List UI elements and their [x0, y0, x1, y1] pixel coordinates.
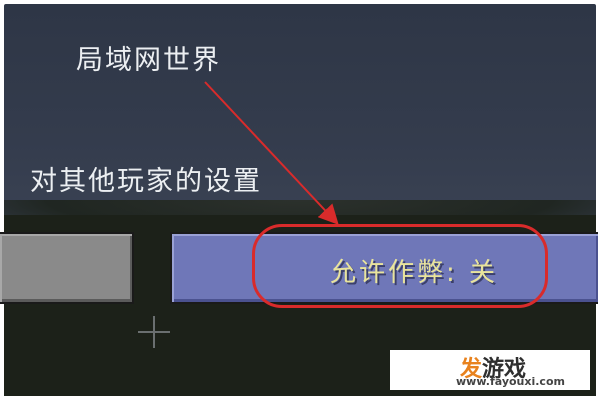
watermark-url: www.fayouxi.com — [456, 375, 565, 388]
watermark: 发游戏 www.fayouxi.com — [390, 350, 590, 390]
left-option-button[interactable] — [0, 232, 134, 304]
game-screen: 局域网世界 对其他玩家的设置 允许作弊: 关 发游戏 www.fayouxi.c… — [0, 0, 600, 400]
section-label: 对其他玩家的设置 — [30, 166, 262, 197]
screen-title: 局域网世界 — [76, 45, 221, 76]
annotation-highlight-ring — [252, 224, 548, 308]
crosshair-icon — [138, 316, 170, 348]
